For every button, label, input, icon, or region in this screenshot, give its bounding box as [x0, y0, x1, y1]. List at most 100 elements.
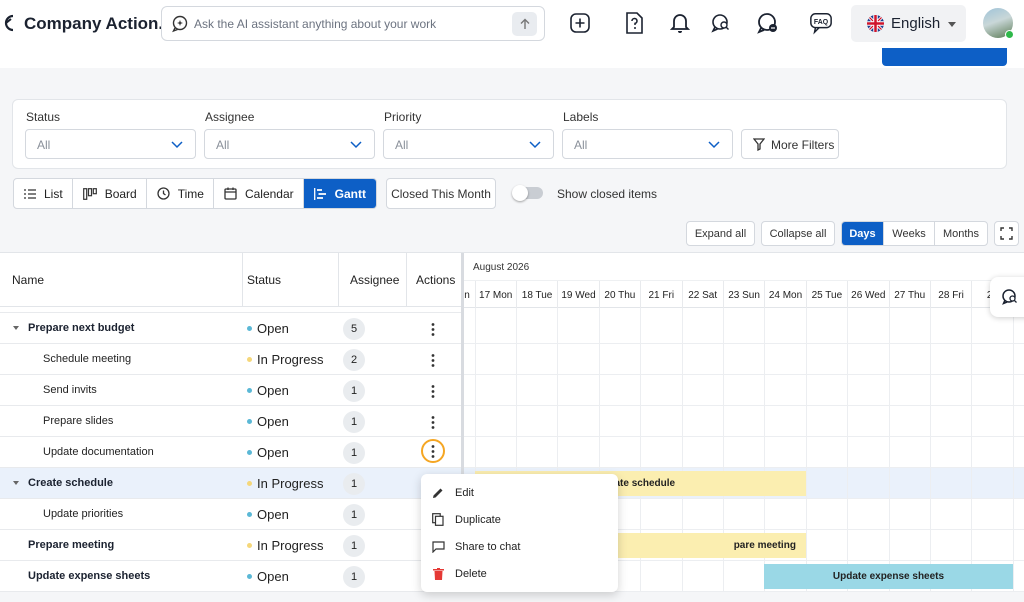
expand-caret-icon[interactable]: [13, 326, 19, 330]
table-row[interactable]: Send invits Open 1: [0, 375, 461, 406]
chat-search-icon[interactable]: [709, 11, 733, 35]
expand-all-button[interactable]: Expand all: [686, 221, 755, 246]
task-name[interactable]: Update expense sheets: [28, 570, 150, 582]
assignee-count-badge[interactable]: 1: [343, 473, 365, 495]
faq-icon[interactable]: FAQ: [809, 11, 833, 35]
ai-assistant-search[interactable]: [161, 6, 545, 41]
send-button[interactable]: [512, 12, 537, 36]
task-name[interactable]: Update priorities: [43, 508, 123, 520]
table-row[interactable]: Prepare slides Open 1: [0, 406, 461, 437]
zoom-months[interactable]: Months: [935, 222, 987, 245]
gantt-bar[interactable]: pare meeting: [598, 533, 806, 558]
status-cell[interactable]: Open: [247, 383, 289, 398]
timeline-day: 18 Tue: [515, 281, 557, 309]
task-name[interactable]: Schedule meeting: [43, 353, 131, 365]
labels-filter-select[interactable]: All: [562, 129, 733, 159]
language-label: English: [891, 15, 941, 32]
menu-item-share-to-chat[interactable]: Share to chat: [421, 533, 618, 560]
app-name[interactable]: Company Action...: [24, 14, 173, 34]
status-text: In Progress: [257, 476, 324, 491]
tab-calendar[interactable]: Calendar: [214, 179, 304, 208]
closed-this-month-button[interactable]: Closed This Month: [386, 178, 496, 209]
row-actions-button[interactable]: [421, 439, 445, 463]
gantt-bar[interactable]: Update expense sheets: [764, 564, 1013, 589]
status-dot: [247, 419, 252, 424]
side-chat-button[interactable]: [990, 277, 1024, 317]
user-avatar[interactable]: [983, 8, 1014, 39]
bell-icon[interactable]: [668, 11, 692, 35]
zoom-days[interactable]: Days: [842, 222, 884, 245]
assignee-count-badge[interactable]: 5: [343, 318, 365, 340]
zoom-switcher: Days Weeks Months: [841, 221, 988, 246]
row-actions-button[interactable]: [424, 413, 442, 431]
assignee-count-badge[interactable]: 1: [343, 442, 365, 464]
table-row[interactable]: Schedule meeting In Progress 2: [0, 344, 461, 375]
add-icon[interactable]: [568, 11, 592, 35]
status-cell[interactable]: In Progress: [247, 476, 323, 491]
assignee-count-badge[interactable]: 1: [343, 504, 365, 526]
status-cell[interactable]: Open: [247, 507, 289, 522]
ai-search-input[interactable]: [194, 14, 494, 34]
labels-filter-label: Labels: [563, 110, 599, 124]
app-logo-icon[interactable]: [2, 13, 16, 33]
column-header-assignee[interactable]: Assignee: [350, 273, 399, 287]
assignee-filter-select[interactable]: All: [204, 129, 375, 159]
chat-notification-icon[interactable]: [756, 11, 780, 35]
chevron-down-icon: [350, 141, 362, 149]
menu-item-delete[interactable]: Delete: [421, 560, 618, 587]
task-name[interactable]: Create schedule: [28, 477, 113, 489]
status-cell[interactable]: Open: [247, 569, 289, 584]
table-row[interactable]: Create schedule In Progress 1: [0, 468, 461, 499]
table-row[interactable]: Prepare meeting In Progress 1: [0, 530, 461, 561]
status-cell[interactable]: In Progress: [247, 352, 323, 367]
assignee-count-badge[interactable]: 1: [343, 566, 365, 588]
status-cell[interactable]: Open: [247, 445, 289, 460]
timeline-vline: [1012, 308, 1014, 592]
status-cell[interactable]: In Progress: [247, 538, 323, 553]
column-header-status[interactable]: Status: [247, 273, 281, 287]
help-document-icon[interactable]: [622, 11, 646, 35]
timeline-hline: [464, 436, 1024, 437]
task-name[interactable]: Prepare next budget: [28, 322, 134, 334]
task-name[interactable]: Prepare slides: [43, 415, 113, 427]
row-actions-button[interactable]: [424, 320, 442, 338]
table-row[interactable]: Prepare next budget Open 5: [0, 313, 461, 344]
timeline-day: 20 Thu: [598, 281, 640, 309]
tab-time[interactable]: Time: [147, 179, 214, 208]
row-actions-button[interactable]: [424, 382, 442, 400]
task-name[interactable]: Send invits: [43, 384, 97, 396]
zoom-weeks[interactable]: Weeks: [884, 222, 935, 245]
table-row[interactable]: Update priorities Open 1: [0, 499, 461, 530]
expand-caret-icon[interactable]: [13, 481, 19, 485]
tab-gantt[interactable]: Gantt: [303, 179, 376, 208]
task-name[interactable]: Update documentation: [43, 446, 154, 458]
task-name[interactable]: Prepare meeting: [28, 539, 114, 551]
assignee-count-badge[interactable]: 2: [343, 349, 365, 371]
fullscreen-button[interactable]: [994, 221, 1019, 246]
assignee-count-badge[interactable]: 1: [343, 535, 365, 557]
row-actions-button[interactable]: [424, 351, 442, 369]
column-header-name[interactable]: Name: [12, 273, 44, 287]
timeline-day: 17 Mon: [474, 281, 516, 309]
status-dot: [247, 450, 252, 455]
table-row[interactable]: Update documentation Open 1: [0, 437, 461, 468]
more-filters-button[interactable]: More Filters: [741, 129, 839, 159]
table-row[interactable]: Update expense sheets Open 1: [0, 561, 461, 592]
assignee-count-badge[interactable]: 1: [343, 411, 365, 433]
tab-board[interactable]: Board: [73, 179, 147, 208]
primary-action-button[interactable]: [882, 48, 1007, 66]
more-vertical-icon: [431, 444, 435, 458]
status-cell[interactable]: Open: [247, 321, 289, 336]
status-filter-select[interactable]: All: [25, 129, 196, 159]
language-selector[interactable]: English: [851, 5, 966, 42]
collapse-all-button[interactable]: Collapse all: [761, 221, 835, 246]
assignee-count-badge[interactable]: 1: [343, 380, 365, 402]
fullscreen-icon: [1000, 227, 1013, 240]
priority-filter-select[interactable]: All: [383, 129, 554, 159]
tab-list[interactable]: List: [14, 179, 73, 208]
show-closed-toggle[interactable]: [512, 185, 543, 201]
menu-item-duplicate[interactable]: Duplicate: [421, 506, 618, 533]
menu-item-edit[interactable]: Edit: [421, 479, 618, 506]
status-cell[interactable]: Open: [247, 414, 289, 429]
task-table: Name Status Assignee Actions Prepare nex…: [0, 253, 461, 592]
